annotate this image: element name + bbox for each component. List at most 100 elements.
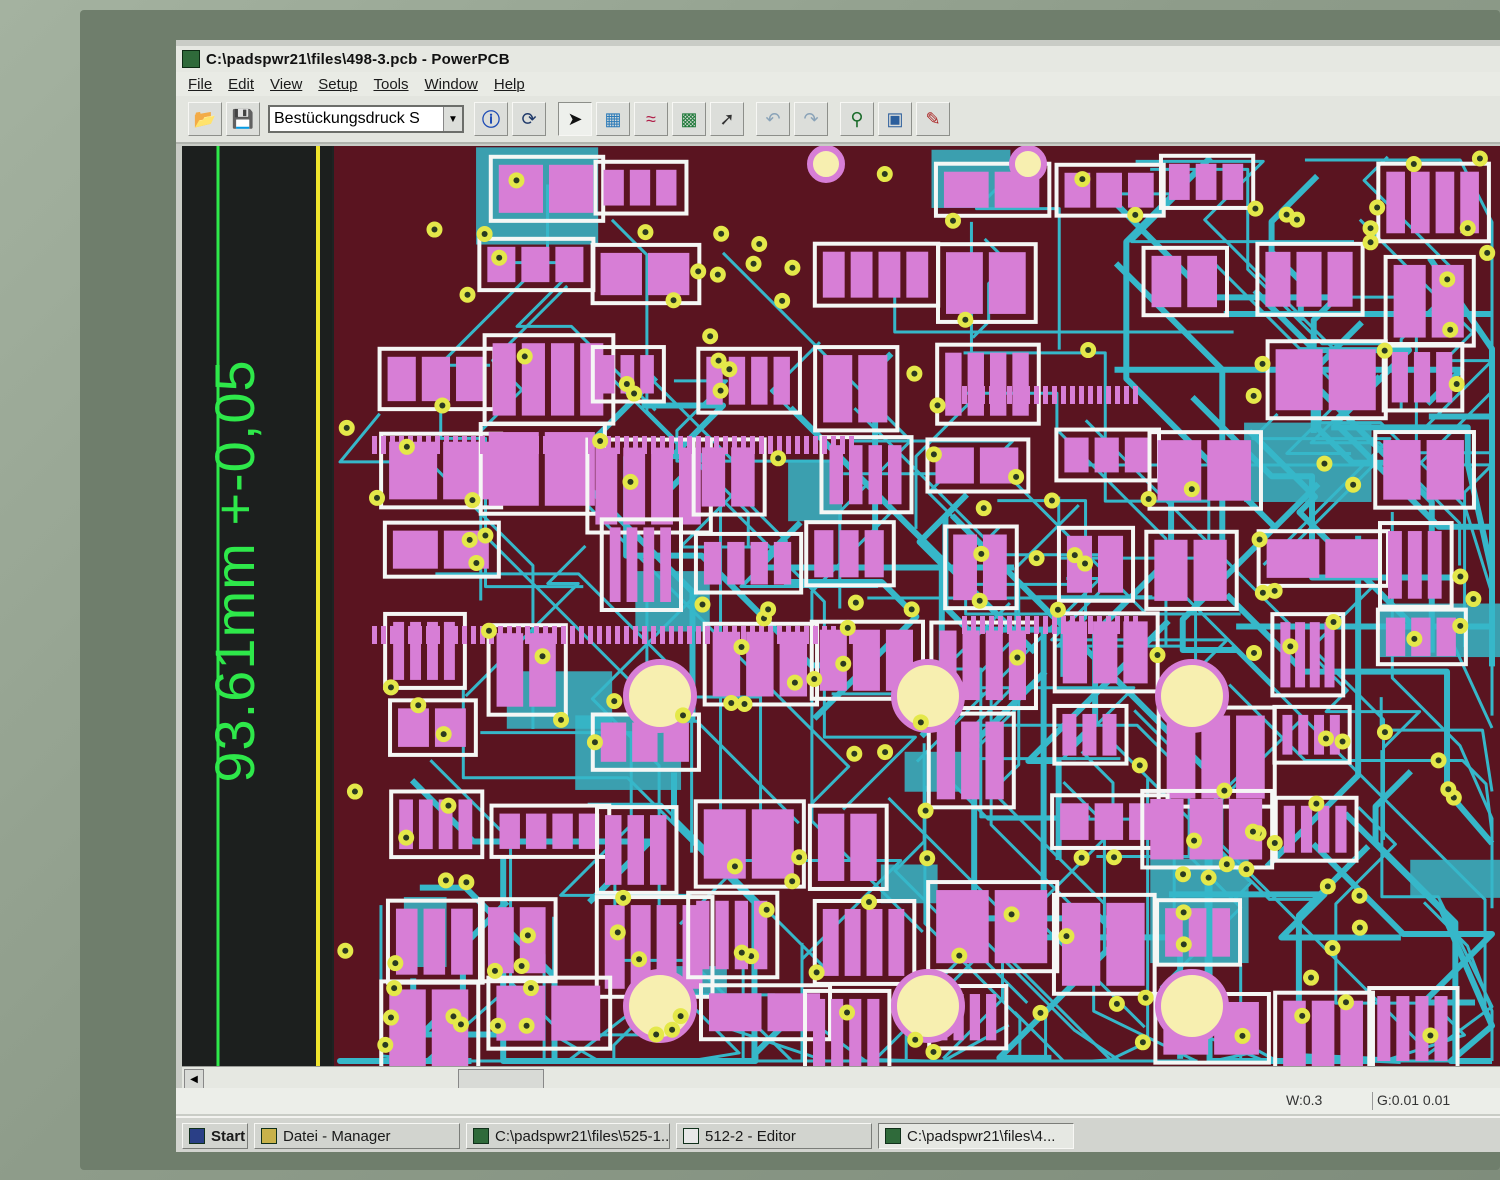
menu-setup[interactable]: Setup	[318, 76, 357, 93]
design-icon[interactable]: ≈	[634, 102, 668, 136]
menu-tools[interactable]: Tools	[373, 76, 408, 93]
via-hole	[343, 424, 350, 431]
menu-window[interactable]: Window	[425, 76, 478, 93]
via-hole	[976, 597, 983, 604]
via-hole	[1249, 828, 1256, 835]
pad	[1325, 539, 1378, 578]
ic-pin	[1025, 616, 1030, 634]
via-hole	[677, 1013, 684, 1020]
pad	[1150, 798, 1184, 860]
ic-pin	[786, 436, 791, 454]
via-hole	[1313, 800, 1320, 807]
pad	[421, 356, 451, 402]
ic-pin	[1043, 386, 1048, 404]
route-icon[interactable]: ➚	[710, 102, 744, 136]
layer-select[interactable]: Bestückungsdruck S ▼	[268, 105, 464, 133]
task-pcb-525[interactable]: C:\padspwr21\files\525-1...	[466, 1123, 670, 1149]
view-icon[interactable]: ▣	[878, 102, 912, 136]
title-bar[interactable]: C:\padspwr21\files\498-3.pcb - PowerPCB	[176, 46, 1500, 72]
mounting-hole	[1009, 146, 1047, 183]
start-label: Start	[211, 1127, 246, 1145]
zoom-icon[interactable]: ⚲	[840, 102, 874, 136]
via-hole	[707, 333, 714, 340]
ic-pin	[552, 626, 557, 644]
menu-help[interactable]: Help	[494, 76, 525, 93]
scroll-left-icon[interactable]: ◀	[184, 1069, 204, 1089]
via-hole	[496, 254, 503, 261]
scroll-thumb[interactable]	[458, 1069, 544, 1089]
via-hole	[1033, 555, 1040, 562]
ic-pin	[1007, 386, 1012, 404]
ic-pin	[426, 626, 431, 644]
pad	[1064, 437, 1089, 473]
via-hole	[1367, 225, 1374, 232]
pad	[1012, 352, 1029, 416]
redo-icon[interactable]: ↷	[794, 102, 828, 136]
ic-pin	[980, 616, 985, 634]
ic-pin	[561, 626, 566, 644]
menu-edit[interactable]: Edit	[228, 76, 254, 93]
via-hole	[597, 437, 604, 444]
pad	[499, 813, 520, 849]
pad	[1295, 622, 1306, 688]
ic-pin	[678, 626, 683, 644]
report-icon[interactable]: ✎	[916, 102, 950, 136]
task-editor[interactable]: 512-2 - Editor	[676, 1123, 872, 1149]
via-hole	[738, 643, 745, 650]
via-hole	[1410, 161, 1417, 168]
pad	[529, 633, 556, 707]
start-button[interactable]: Start	[182, 1123, 248, 1149]
ic-pin	[822, 626, 827, 644]
pcb-canvas[interactable]: 93.61mm +-0,05	[182, 146, 1500, 1066]
undo-icon[interactable]: ↶	[756, 102, 790, 136]
via-hole	[750, 260, 757, 267]
pad	[945, 252, 983, 314]
menu-view[interactable]: View	[270, 76, 302, 93]
pad	[1188, 908, 1207, 957]
pad	[1168, 163, 1190, 200]
redraw-icon[interactable]: ⟳	[512, 102, 546, 136]
via-hole	[882, 749, 889, 756]
ic-pin	[1088, 616, 1093, 634]
menu-file[interactable]: File	[188, 76, 212, 93]
mounting-hole	[1155, 969, 1229, 1043]
task-pcb-498-active[interactable]: C:\padspwr21\files\4...	[878, 1123, 1074, 1149]
pcb-layout[interactable]	[182, 146, 1500, 1066]
via-hole	[844, 1009, 851, 1016]
ic-pin	[516, 626, 521, 644]
ic-pin	[633, 436, 638, 454]
via-hole	[1464, 225, 1471, 232]
via-hole	[728, 700, 735, 707]
pad	[600, 355, 615, 394]
powerpcb-app-icon	[182, 50, 200, 68]
pad	[888, 908, 905, 976]
via-hole	[840, 660, 847, 667]
horizontal-scrollbar[interactable]: ◀	[182, 1066, 1500, 1089]
open-icon[interactable]: 📂	[188, 102, 222, 136]
via-hole	[1037, 1009, 1044, 1016]
via-hole	[1445, 786, 1452, 793]
pad	[989, 352, 1007, 416]
drafting-icon[interactable]: ▦	[596, 102, 630, 136]
ic-pin	[804, 626, 809, 644]
via-hole	[591, 739, 598, 746]
ic-pin	[669, 626, 674, 644]
select-arrow-icon[interactable]: ➤	[558, 102, 592, 136]
pad	[878, 251, 901, 298]
pad	[823, 355, 853, 423]
via-hole	[1427, 1032, 1434, 1039]
ic-pin	[660, 626, 665, 644]
chevron-down-icon[interactable]: ▼	[443, 107, 462, 131]
ic-pin	[1043, 616, 1048, 634]
task-datei-manager[interactable]: Datei - Manager	[254, 1123, 460, 1149]
info-icon[interactable]: ⓘ	[474, 102, 508, 136]
pad	[814, 530, 834, 578]
ic-pin	[642, 436, 647, 454]
status-bar: W:0.3 G:0.01 0.01	[176, 1088, 1500, 1114]
pad	[858, 355, 888, 423]
ic-pin	[462, 436, 467, 454]
via-hole	[527, 985, 534, 992]
save-icon[interactable]: 💾	[226, 102, 260, 136]
ecogate-icon[interactable]: ▩	[672, 102, 706, 136]
via-hole	[1271, 587, 1278, 594]
